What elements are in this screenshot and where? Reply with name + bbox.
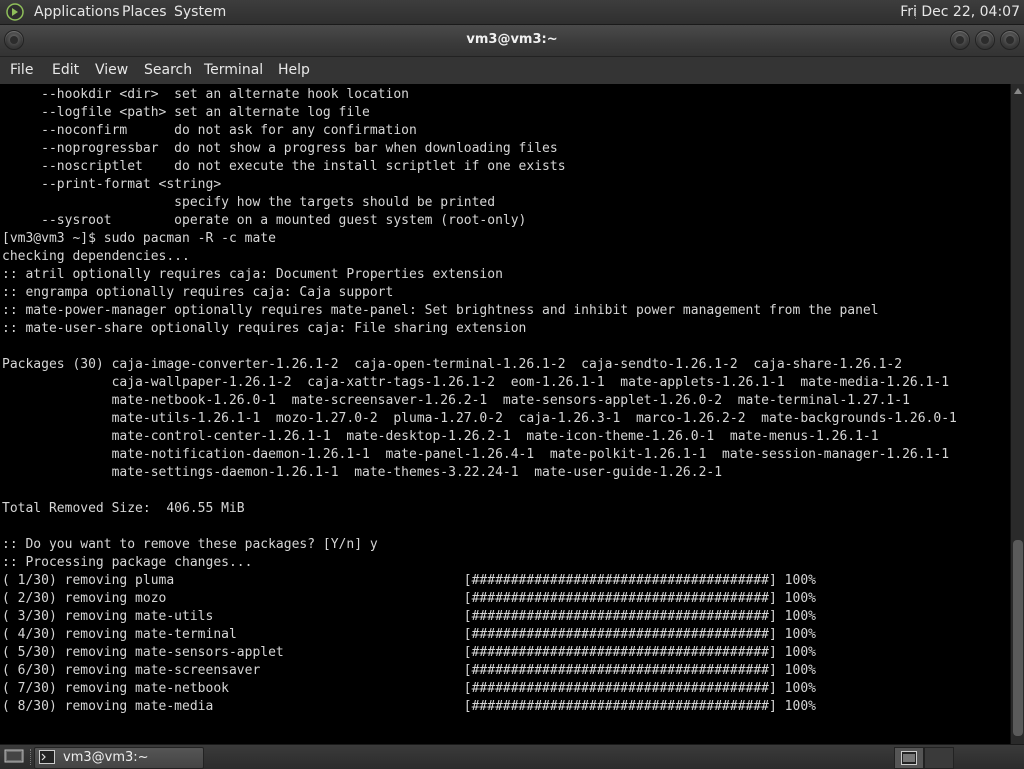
scrollbar-thumb[interactable] — [1013, 540, 1023, 736]
terminal-line: :: Processing package changes... — [2, 555, 253, 570]
terminal-scrollbar[interactable] — [1010, 84, 1024, 744]
terminal-line: --noprogressbar do not show a progress b… — [2, 141, 558, 156]
terminal-line: [vm3@vm3 ~]$ sudo pacman -R -c mate — [2, 231, 276, 246]
show-desktop-icon[interactable] — [4, 748, 24, 765]
window-title: vm3@vm3:~ — [466, 32, 558, 47]
terminal-line: :: engrampa optionally requires caja: Ca… — [2, 285, 394, 300]
terminal-line: specify how the targets should be printe… — [2, 195, 496, 210]
taskbar-terminal-button[interactable]: vm3@vm3:~ — [34, 747, 204, 769]
workspace-switcher-2[interactable] — [924, 747, 954, 769]
terminal-line: --sysroot operate on a mounted guest sys… — [2, 213, 527, 228]
terminal-line: --print-format <string> — [2, 177, 222, 192]
bottom-panel: vm3@vm3:~ — [0, 744, 1024, 769]
applications-menu[interactable]: Applications — [34, 3, 120, 21]
terminal-line: mate-utils-1.26.1-1 mozo-1.27.0-2 pluma-… — [2, 411, 957, 426]
maximize-button[interactable] — [975, 30, 995, 50]
mate-logo-icon[interactable] — [6, 3, 24, 21]
places-menu[interactable]: Places — [122, 3, 167, 21]
terminal-line: --noconfirm do not ask for any confirmat… — [2, 123, 417, 138]
terminal-line: ( 3/30) removing mate-utils [###########… — [2, 609, 816, 624]
menu-view[interactable]: View — [95, 61, 128, 79]
terminal-line: --logfile <path> set an alternate log fi… — [2, 105, 370, 120]
terminal-lines: --hookdir <dir> set an alternate hook lo… — [2, 86, 957, 716]
terminal-line: ( 7/30) removing mate-netbook [#########… — [2, 681, 816, 696]
terminal-line: --hookdir <dir> set an alternate hook lo… — [2, 87, 409, 102]
terminal-line: ( 2/30) removing mozo [#################… — [2, 591, 816, 606]
menu-help[interactable]: Help — [278, 61, 310, 79]
menubar: File Edit View Search Terminal Help — [0, 57, 1024, 84]
terminal-output[interactable]: --hookdir <dir> set an alternate hook lo… — [0, 84, 1010, 744]
scroll-up-icon[interactable] — [1014, 88, 1022, 94]
clock[interactable]: Fri Dec 22, 04:07 — [900, 3, 1020, 21]
terminal-line: checking dependencies... — [2, 249, 190, 264]
menu-file[interactable]: File — [10, 61, 33, 79]
terminal-line: mate-settings-daemon-1.26.1-1 mate-theme… — [2, 465, 723, 480]
terminal-line: Packages (30) caja-image-converter-1.26.… — [2, 357, 903, 372]
terminal-line: ( 5/30) removing mate-sensors-applet [##… — [2, 645, 816, 660]
terminal-icon — [39, 750, 55, 764]
terminal-line: :: Do you want to remove these packages?… — [2, 537, 378, 552]
close-button[interactable] — [1000, 30, 1020, 50]
terminal-line: :: mate-user-share optionally requires c… — [2, 321, 527, 336]
terminal-line: ( 6/30) removing mate-screensaver [#####… — [2, 663, 816, 678]
terminal-line: :: atril optionally requires caja: Docum… — [2, 267, 503, 282]
menu-edit[interactable]: Edit — [52, 61, 79, 79]
terminal-icon — [901, 751, 917, 765]
terminal-line: mate-netbook-1.26.0-1 mate-screensaver-1… — [2, 393, 910, 408]
terminal-line: ( 4/30) removing mate-terminal [########… — [2, 627, 816, 642]
terminal-line: --noscriptlet do not execute the install… — [2, 159, 566, 174]
terminal-line: mate-control-center-1.26.1-1 mate-deskto… — [2, 429, 879, 444]
menu-search[interactable]: Search — [144, 61, 192, 79]
terminal-line: caja-wallpaper-1.26.1-2 caja-xattr-tags-… — [2, 375, 950, 390]
workspace-switcher-1[interactable] — [894, 747, 924, 769]
taskbar-label: vm3@vm3:~ — [63, 750, 149, 765]
minimize-button[interactable] — [950, 30, 970, 50]
terminal-line: Total Removed Size: 406.55 MiB — [2, 501, 245, 516]
system-menu[interactable]: System — [174, 3, 226, 21]
terminal-line: ( 1/30) removing pluma [################… — [2, 573, 816, 588]
top-panel: Applications Places System Fri Dec 22, 0… — [0, 0, 1024, 25]
terminal-line: ( 8/30) removing mate-media [###########… — [2, 699, 816, 714]
terminal-line: mate-notification-daemon-1.26.1-1 mate-p… — [2, 447, 950, 462]
menu-terminal[interactable]: Terminal — [204, 61, 263, 79]
window-titlebar[interactable]: vm3@vm3:~ — [0, 25, 1024, 57]
panel-separator — [30, 749, 33, 765]
terminal-line: :: mate-power-manager optionally require… — [2, 303, 879, 318]
